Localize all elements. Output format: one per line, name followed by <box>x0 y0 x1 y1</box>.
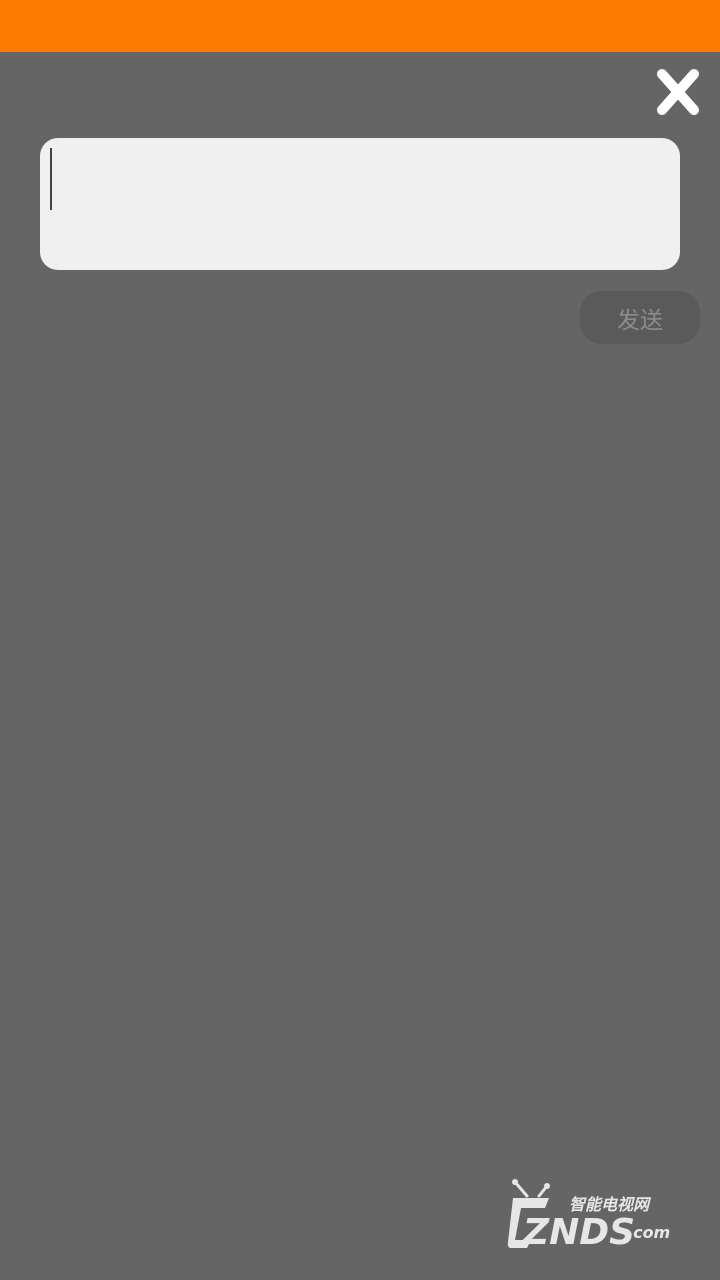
watermark-suffix: .com <box>627 1223 670 1242</box>
status-bar <box>0 0 720 52</box>
close-icon <box>657 69 699 115</box>
tv-antenna-icon <box>513 1180 549 1198</box>
watermark-brand: ZNDS <box>522 1212 635 1253</box>
znds-watermark-logo: 智能电视网 ZNDS .com <box>507 1179 670 1253</box>
close-button[interactable] <box>650 64 706 120</box>
send-button[interactable]: 发送 <box>580 291 700 344</box>
text-caret <box>50 148 52 210</box>
message-input[interactable] <box>40 138 680 270</box>
